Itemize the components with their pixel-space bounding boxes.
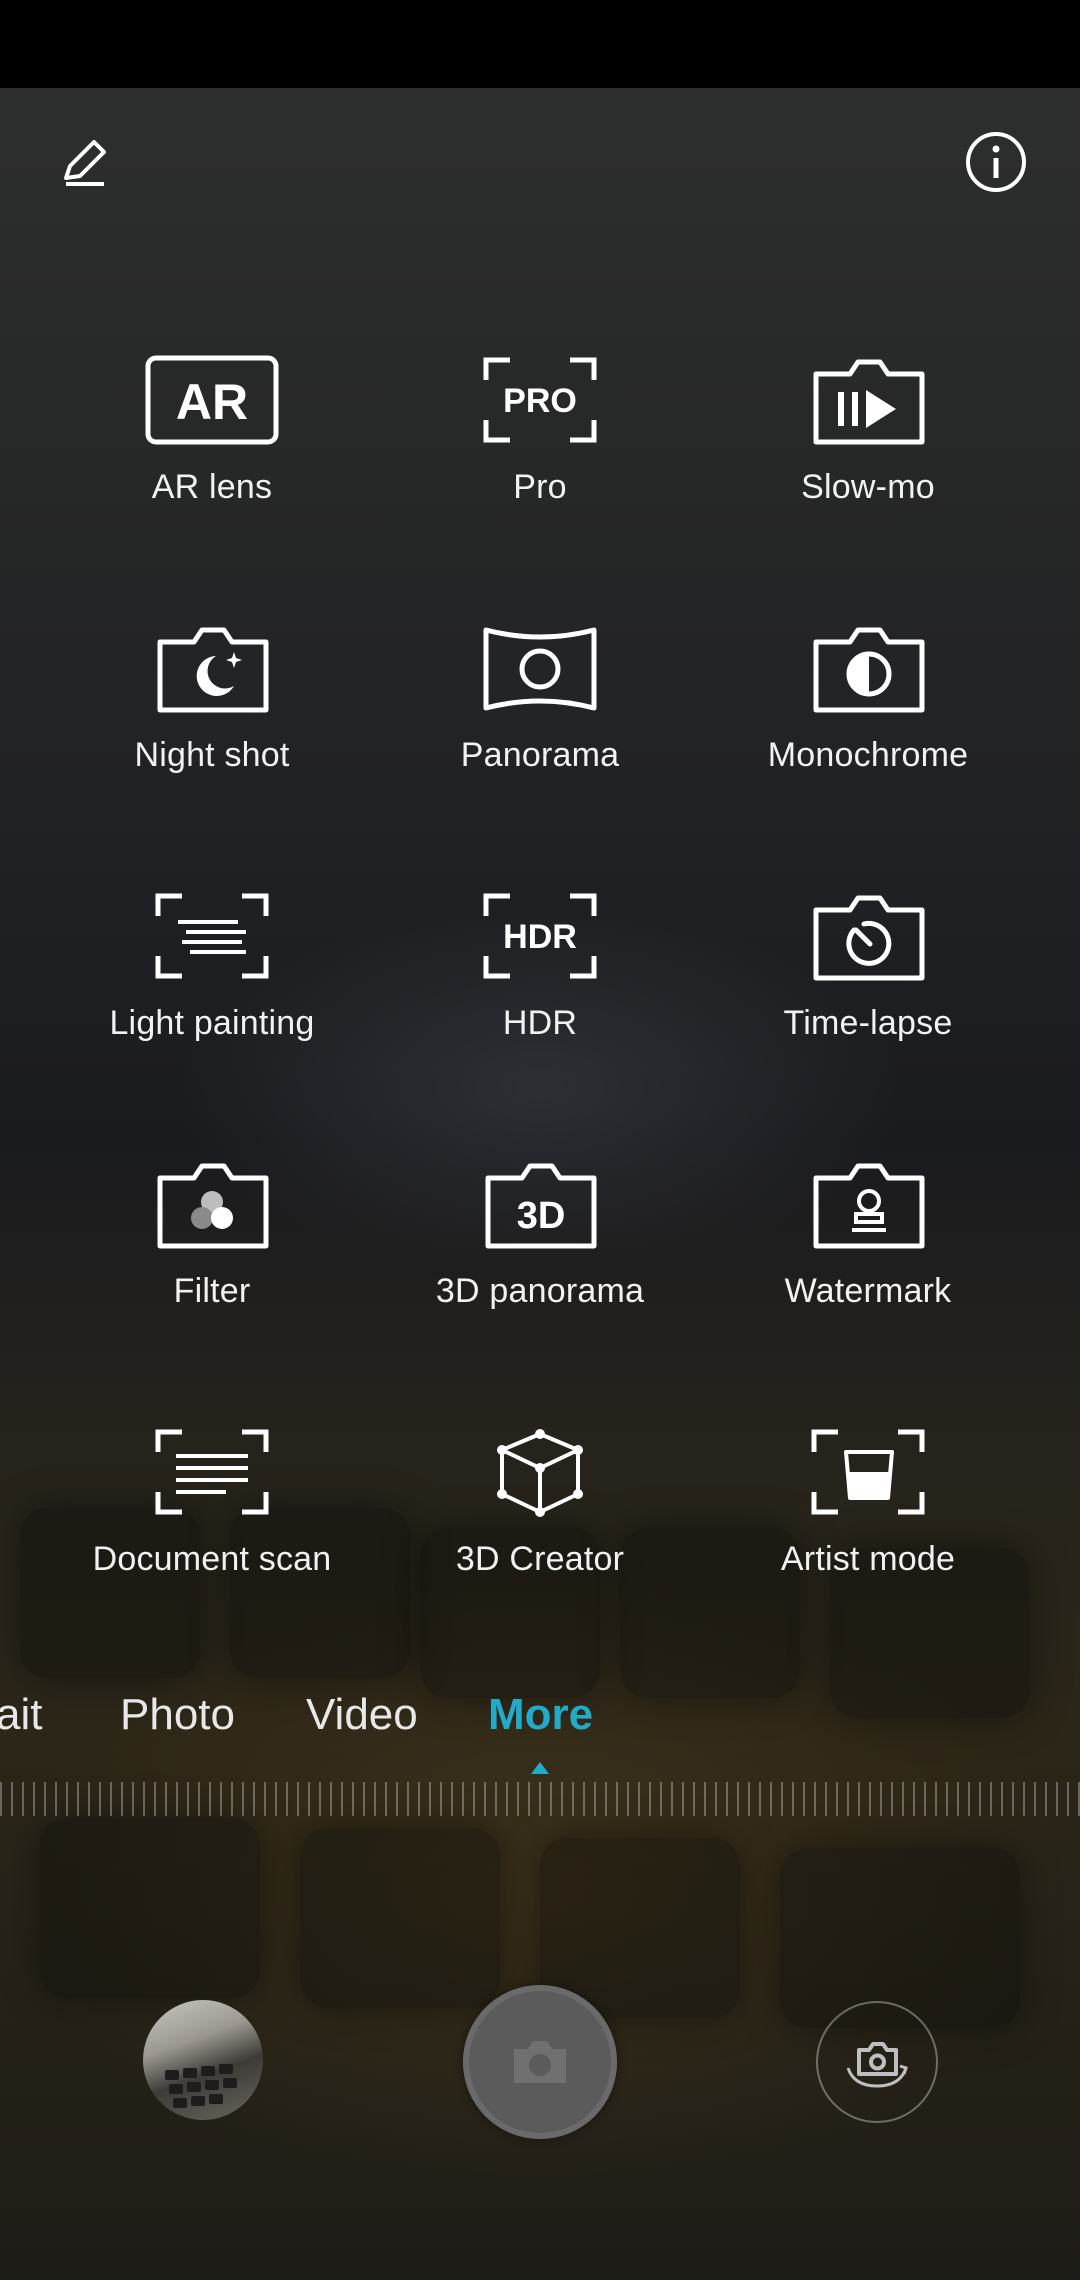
tab-portrait[interactable]: ait	[0, 1690, 42, 1740]
zoom-tick-scale[interactable]	[0, 1782, 1080, 1816]
mode-label: AR lens	[151, 468, 273, 506]
mode-label: Time-lapse	[783, 1004, 953, 1042]
mode-filter[interactable]: Filter	[32, 1154, 392, 1354]
artist-mode-icon	[811, 1429, 925, 1515]
tab-photo[interactable]: Photo	[120, 1690, 235, 1740]
svg-text:HDR: HDR	[503, 918, 577, 956]
mode-label: Night shot	[134, 736, 290, 774]
mode-label: Filter	[173, 1272, 251, 1310]
time-lapse-icon	[813, 895, 925, 981]
status-bar	[0, 0, 1080, 88]
svg-text:PRO: PRO	[503, 382, 577, 420]
panorama-icon	[483, 627, 597, 711]
switch-camera-icon	[846, 2042, 908, 2088]
shutter-button[interactable]	[463, 1985, 617, 2139]
slow-mo-icon	[813, 359, 925, 445]
3d-panorama-icon: 3D	[485, 1163, 597, 1249]
monochrome-icon	[813, 627, 925, 713]
mode-label: 3D panorama	[435, 1272, 645, 1310]
mode-panorama[interactable]: Panorama	[360, 618, 720, 818]
edit-icon	[64, 140, 106, 186]
mode-artist-mode[interactable]: Artist mode	[688, 1422, 1048, 1622]
hdr-icon: HDR	[483, 893, 597, 979]
svg-text:3D: 3D	[517, 1195, 566, 1237]
info-icon	[966, 132, 1026, 192]
mode-label: HDR	[502, 1004, 578, 1042]
mode-slow-mo[interactable]: Slow-mo	[688, 350, 1048, 550]
tab-more[interactable]: More	[488, 1690, 593, 1740]
background-blur	[40, 1818, 260, 1998]
mode-label: Document scan	[92, 1540, 332, 1578]
mode-label: Slow-mo	[801, 468, 935, 506]
mode-label: Pro	[513, 468, 567, 506]
mode-3d-creator[interactable]: 3D Creator	[360, 1422, 720, 1622]
mode-label: Panorama	[460, 736, 620, 774]
tab-video[interactable]: Video	[306, 1690, 418, 1740]
mode-label: Light painting	[109, 1004, 315, 1042]
mode-hdr[interactable]: HDR HDR	[360, 886, 720, 1086]
edit-button[interactable]	[44, 122, 124, 202]
mode-ar-lens[interactable]: AR AR lens	[32, 350, 392, 550]
ar-lens-icon: AR	[145, 355, 279, 445]
mode-time-lapse[interactable]: Time-lapse	[688, 886, 1048, 1086]
mode-label: 3D Creator	[455, 1540, 625, 1578]
mode-monochrome[interactable]: Monochrome	[688, 618, 1048, 818]
watermark-icon	[813, 1163, 925, 1249]
mode-label: Artist mode	[780, 1540, 956, 1578]
mode-document-scan[interactable]: Document scan	[32, 1422, 392, 1622]
background-blur	[300, 1828, 500, 2008]
night-shot-icon	[157, 627, 269, 713]
light-painting-icon	[155, 893, 269, 979]
mode-label: Watermark	[784, 1272, 952, 1310]
3d-creator-icon	[497, 1429, 583, 1517]
camera-icon	[514, 2041, 566, 2083]
mode-night-shot[interactable]: Night shot	[32, 618, 392, 818]
mode-watermark[interactable]: Watermark	[688, 1154, 1048, 1354]
filter-icon	[157, 1163, 269, 1249]
mode-tab-bar: ait Photo Video More	[0, 1690, 1080, 1760]
svg-text:AR: AR	[176, 374, 248, 430]
gallery-thumbnail[interactable]	[143, 2000, 263, 2120]
mode-3d-panorama[interactable]: 3D 3D panorama	[360, 1154, 720, 1354]
switch-camera-button[interactable]	[816, 2001, 938, 2123]
pro-icon: PRO	[483, 357, 597, 443]
active-tab-indicator	[531, 1762, 549, 1774]
mode-light-painting[interactable]: Light painting	[32, 886, 392, 1086]
info-button[interactable]	[956, 122, 1036, 202]
mode-label: Monochrome	[767, 736, 969, 774]
document-scan-icon	[155, 1429, 269, 1515]
mode-pro[interactable]: PRO Pro	[360, 350, 720, 550]
background-blur	[780, 1848, 1020, 2028]
